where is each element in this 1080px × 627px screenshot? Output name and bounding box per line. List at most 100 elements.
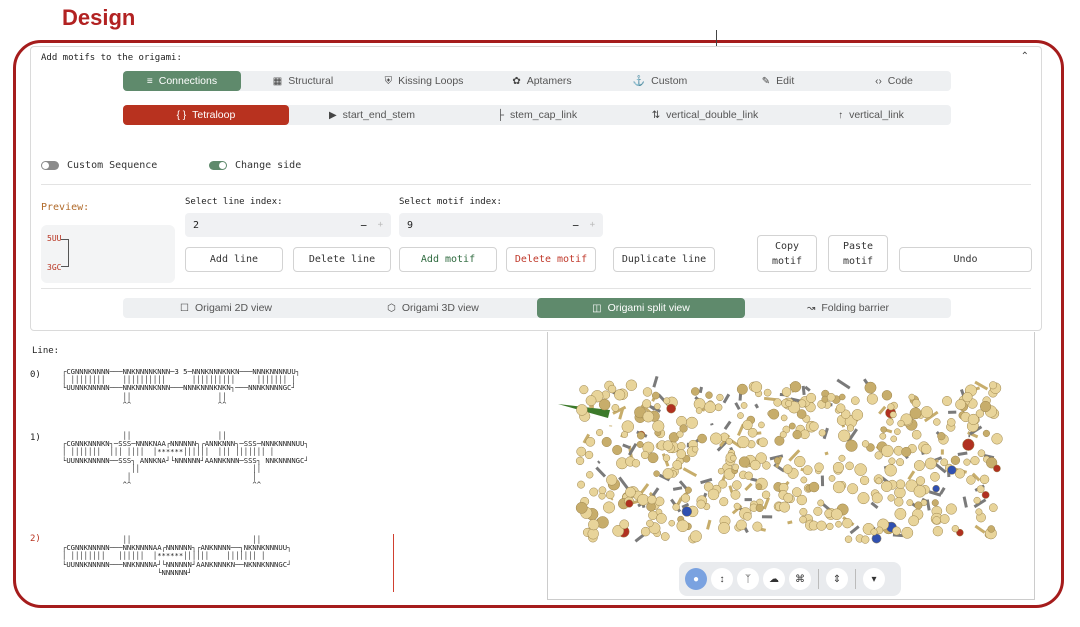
paste-motif-button[interactable]: Paste motif <box>828 235 888 272</box>
nucleotide-bead <box>835 520 842 528</box>
minus-icon[interactable]: − <box>572 219 579 232</box>
nucleotide-bead <box>989 503 998 513</box>
backbone-bond <box>750 477 758 482</box>
custom-sequence-switch[interactable] <box>41 161 59 170</box>
add-line-button[interactable]: Add line <box>185 247 283 272</box>
change-side-switch[interactable] <box>209 161 227 170</box>
anchor-icon: ⚓ <box>632 75 646 87</box>
origami-3d-model[interactable] <box>548 332 1036 600</box>
tab-edit[interactable]: ✎ Edit <box>719 71 837 91</box>
caret-up-icon[interactable]: ⌃ <box>1021 51 1029 62</box>
nucleotide-bead <box>973 496 981 504</box>
line-row-index-0[interactable]: 0) <box>30 370 41 380</box>
tab-start-end-stem[interactable]: ▶ start_end_stem <box>289 105 455 125</box>
nucleotide-bead <box>642 411 655 423</box>
nucleotide-bead <box>913 460 925 471</box>
origami-line-0[interactable]: ┌CGNNNKNNNN───NNKNNNNKNNN─3 5─NNNKNNNKNK… <box>62 367 300 409</box>
nucleotide-bead <box>781 387 792 397</box>
backbone-bond <box>738 393 743 401</box>
tab-folding-barrier[interactable]: ↝ Folding barrier <box>745 298 951 318</box>
line-row-index-2[interactable]: 2) <box>30 534 41 544</box>
line-index-label: Select line index: <box>185 197 283 207</box>
dropdown-icon[interactable]: ▾ <box>863 568 885 590</box>
expand-vertical-icon[interactable]: ⇕ <box>826 568 848 590</box>
nucleotide-bead <box>838 429 851 442</box>
tab-connections[interactable]: ≡ Connections <box>123 71 241 91</box>
nucleotide-bead <box>672 503 680 511</box>
nucleotide-bead <box>681 506 693 517</box>
nucleotide-bead <box>601 436 612 447</box>
plus-icon[interactable]: + <box>378 220 383 230</box>
nucleotide-bead <box>648 510 658 521</box>
nucleotide-bead <box>768 408 780 420</box>
nucleotide-bead <box>625 486 636 498</box>
nucleotide-bead <box>930 471 940 482</box>
tab-kissing-loops[interactable]: ⛨ Kissing Loops <box>365 71 483 91</box>
nucleotide-bead <box>828 475 836 482</box>
tab-tetraloop[interactable]: { } Tetraloop <box>123 105 289 125</box>
sub-tabbar: { } Tetraloop ▶ start_end_stem ├ stem_cap_l… <box>123 105 951 125</box>
nucleotide-bead <box>947 418 956 427</box>
motif-index-stepper[interactable]: 9 − + <box>399 213 603 237</box>
nucleotide-bead <box>653 470 660 477</box>
tab-structural[interactable]: ▦ Structural <box>241 71 365 91</box>
nucleotide-bead <box>826 393 836 402</box>
nucleotide-bead <box>631 459 641 468</box>
nucleotide-bead <box>889 411 897 419</box>
nucleotide-bead <box>605 490 615 500</box>
nucleotide-bead <box>838 393 846 401</box>
tab-aptamers[interactable]: ✿ Aptamers <box>483 71 601 91</box>
backbone-bond <box>787 520 793 525</box>
tab-custom[interactable]: ⚓ Custom <box>601 71 719 91</box>
cloud-icon[interactable]: ☁ <box>763 568 785 590</box>
delete-motif-button[interactable]: Delete motif <box>506 247 596 272</box>
origami-line-2[interactable]: ││ ││ ┌CGNNKNNNNN───NNKNNNNAA┌NNNNNN┐┌AN… <box>62 535 291 577</box>
tab-vertical-double-link[interactable]: ⇅ vertical_double_link <box>619 105 791 125</box>
nucleotide-bead <box>621 431 629 438</box>
tab-vertical-link[interactable]: ↑ vertical_link <box>791 105 951 125</box>
nucleotide-bead <box>859 475 870 486</box>
add-motif-button[interactable]: Add motif <box>399 247 497 272</box>
arrows-vertical-icon[interactable]: ↕ <box>711 568 733 590</box>
copy-motif-button[interactable]: Copy motif <box>757 235 817 272</box>
pin-icon[interactable]: ● <box>685 568 707 590</box>
nucleotide-bead <box>864 381 877 394</box>
nucleotide-bead <box>832 481 845 494</box>
nucleotide-bead <box>897 419 905 428</box>
crop-icon[interactable]: ⌘ <box>789 568 811 590</box>
nucleotide-bead <box>651 391 660 400</box>
tab-code[interactable]: ‹› Code <box>837 71 951 91</box>
nucleotide-bead <box>585 450 594 460</box>
tree-icon[interactable]: ᛉ <box>737 568 759 590</box>
nucleotide-bead <box>585 437 596 447</box>
nucleotide-bead <box>794 455 806 468</box>
nucleotide-bead <box>881 444 894 458</box>
minus-icon[interactable]: − <box>360 219 367 232</box>
origami-3d-viewer[interactable] <box>547 332 1035 600</box>
toolbar-separator <box>855 569 856 589</box>
nucleotide-bead <box>908 515 920 527</box>
line-index-stepper[interactable]: 2 − + <box>185 213 391 237</box>
nucleotide-bead <box>967 413 979 425</box>
nucleotide-bead <box>838 454 846 462</box>
tab-origami-2d-view[interactable]: ☐ Origami 2D view <box>123 298 329 318</box>
change-side-toggle[interactable]: Change side <box>209 160 301 171</box>
nucleotide-bead <box>831 508 843 521</box>
nucleotide-bead <box>942 396 953 407</box>
tab-origami-split-view[interactable]: ◫ Origami split view <box>537 298 745 318</box>
tab-origami-3d-view[interactable]: ⬡ Origami 3D view <box>329 298 537 318</box>
line-row-index-1[interactable]: 1) <box>30 433 41 443</box>
plus-icon[interactable]: + <box>590 220 595 230</box>
duplicate-line-button[interactable]: Duplicate line <box>613 247 715 272</box>
tab-stem-cap-link[interactable]: ├ stem_cap_link <box>455 105 619 125</box>
nucleotide-bead <box>614 389 626 401</box>
undo-button[interactable]: Undo <box>899 247 1032 272</box>
nucleotide-bead <box>773 398 782 407</box>
nucleotide-bead <box>579 385 589 395</box>
nucleotide-bead <box>676 449 687 459</box>
custom-sequence-toggle[interactable]: Custom Sequence <box>41 160 157 171</box>
toolbar-separator <box>818 569 819 589</box>
delete-line-button[interactable]: Delete line <box>293 247 391 272</box>
origami-line-1[interactable]: ││ ││ ┌CGNNKNNNKN┐─SSS─NNNKNAA┌NNNNNN┐┌A… <box>62 431 309 489</box>
nucleotide-bead <box>881 480 893 492</box>
